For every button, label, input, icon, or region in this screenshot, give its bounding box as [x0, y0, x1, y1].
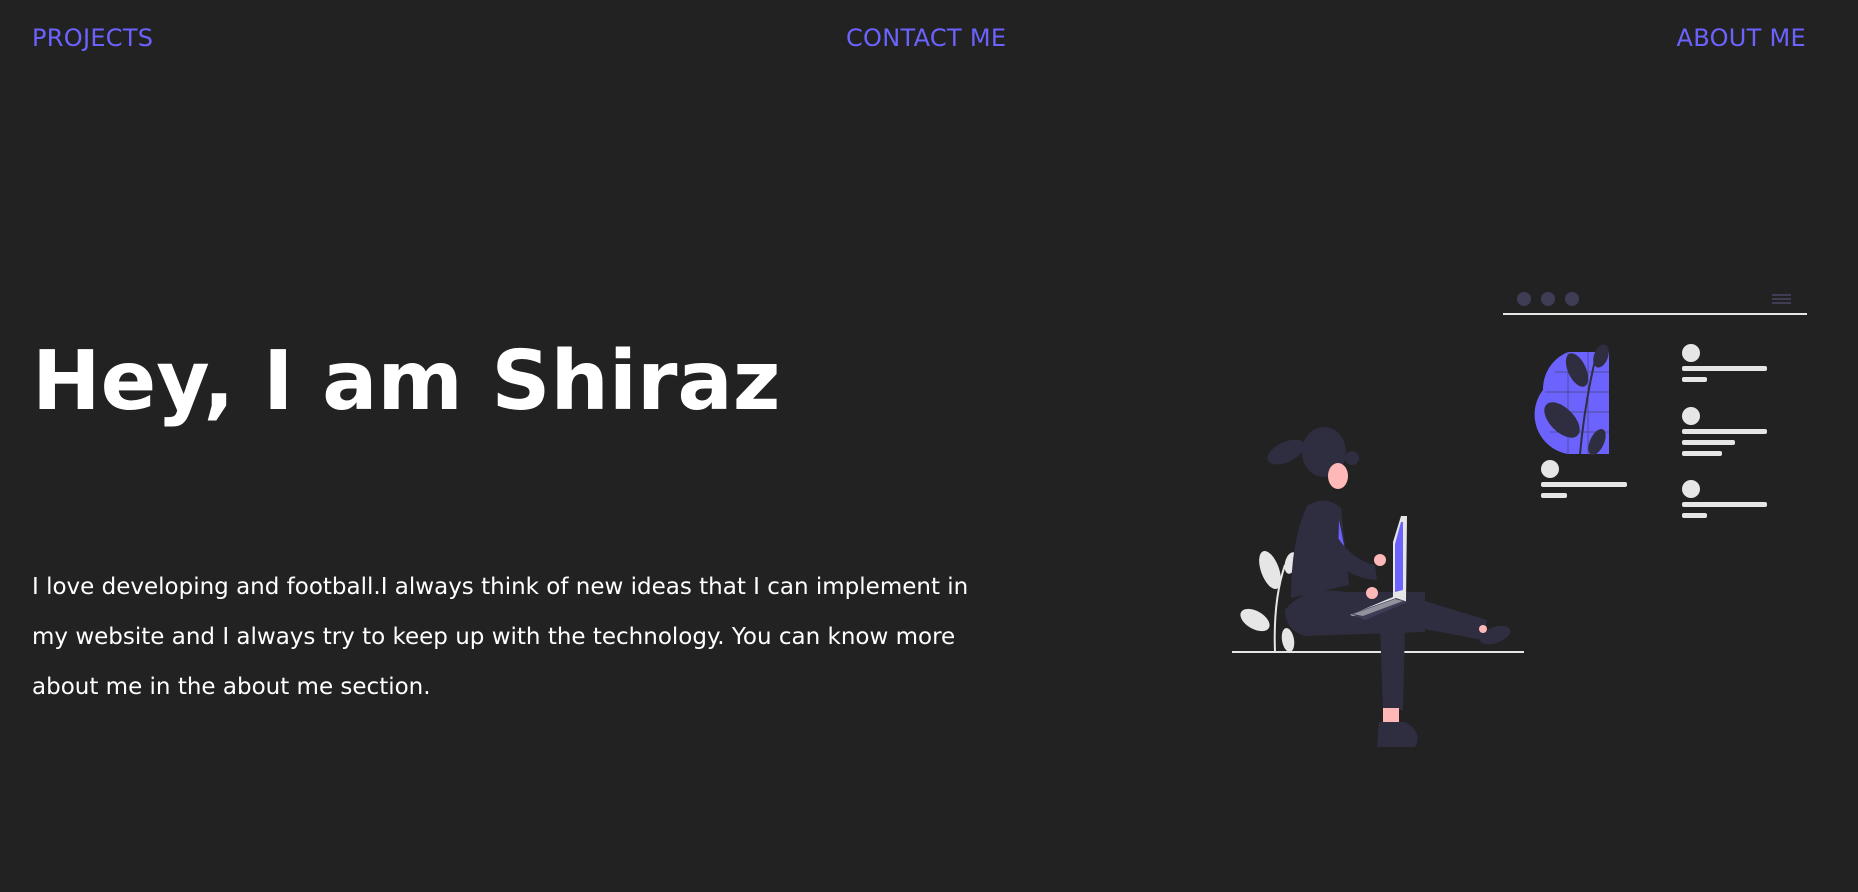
image-card	[1534, 344, 1609, 456]
nav-link-projects[interactable]: PROJECTS	[32, 22, 153, 54]
nav-link-contact[interactable]: CONTACT ME	[846, 22, 1006, 54]
page: PROJECTS CONTACT ME ABOUT ME Hey, I am S…	[0, 0, 1858, 892]
woman-with-laptop-illustration	[1232, 292, 1807, 747]
browser-window-mockup	[1503, 292, 1807, 518]
menu-icon	[1772, 294, 1791, 304]
hero-description: I love developing and football.I always …	[32, 574, 969, 700]
hero-title: Hey, I am Shiraz	[32, 334, 781, 429]
nav-link-about[interactable]: ABOUT ME	[1677, 22, 1806, 54]
plant-leaves	[1240, 550, 1298, 653]
woman-figure	[1267, 427, 1511, 747]
